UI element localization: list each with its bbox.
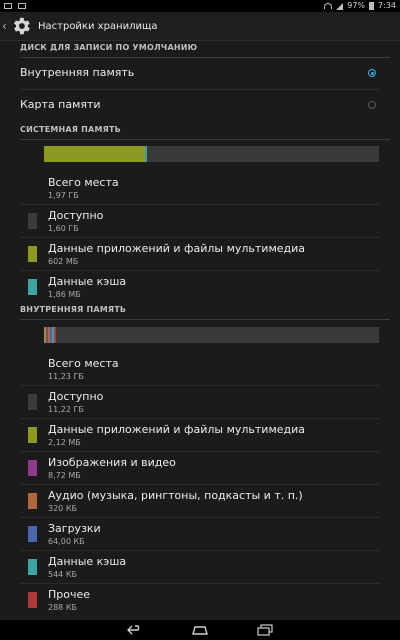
color-swatch: [28, 394, 37, 410]
storage-item-downloads[interactable]: Загрузки 64,00 КБ: [0, 518, 400, 551]
usage-bar-segment: [144, 146, 148, 162]
storage-item-available[interactable]: Доступно 1,60 ГБ: [0, 205, 400, 238]
storage-item-total: Всего места 1,97 ГБ: [0, 172, 400, 205]
section-header-default-disk: ДИСК ДЛЯ ЗАПИСИ ПО УМОЛЧАНИЮ: [20, 43, 390, 58]
notification-image-icon: [18, 3, 26, 9]
storage-item-total: Всего места 11,23 ГБ: [0, 353, 400, 386]
clock: 7:34: [378, 1, 396, 10]
storage-item-value: 64,00 КБ: [48, 537, 85, 546]
storage-item-audio[interactable]: Аудио (музыка, рингтоны, подкасты и т. п…: [0, 485, 400, 518]
storage-item-apps[interactable]: Данные приложений и файлы мультимедиа 2,…: [0, 419, 400, 452]
color-swatch: [28, 213, 37, 229]
up-caret-icon[interactable]: ‹: [2, 19, 10, 33]
storage-item-value: 544 КБ: [48, 570, 77, 579]
storage-item-name: Данные кэша: [48, 275, 127, 288]
notification-icons: [4, 0, 26, 12]
storage-item-name: Всего места: [48, 176, 119, 189]
home-icon[interactable]: [192, 624, 208, 636]
color-swatch: [28, 460, 37, 476]
notification-screen-icon: [4, 3, 12, 9]
internal-memory-usage-bar: [44, 327, 379, 343]
color-swatch: [28, 526, 37, 542]
wifi-icon: [324, 3, 333, 9]
usage-bar-segment: [54, 327, 56, 343]
recents-icon[interactable]: [257, 624, 273, 636]
storage-item-value: 1,60 ГБ: [48, 224, 79, 233]
color-swatch: [28, 427, 37, 443]
storage-item-available[interactable]: Доступно 11,22 ГБ: [0, 386, 400, 419]
system-memory-usage-bar: [44, 146, 379, 162]
storage-item-value: 11,23 ГБ: [48, 372, 84, 381]
section-header-internal-memory: ВНУТРЕННЯЯ ПАМЯТЬ: [20, 305, 390, 320]
color-swatch: [28, 559, 37, 575]
color-swatch: [28, 592, 37, 608]
usage-bar-segment: [44, 146, 145, 162]
settings-gear-icon[interactable]: [10, 15, 32, 37]
radio-button-unselected[interactable]: [368, 101, 376, 109]
color-swatch: [28, 279, 37, 295]
storage-item-name: Данные приложений и файлы мультимедиа: [48, 423, 306, 436]
storage-item-name: Загрузки: [48, 522, 101, 535]
storage-item-name: Данные приложений и файлы мультимедиа: [48, 242, 306, 255]
radio-option-sd-card[interactable]: Карта памяти: [0, 90, 400, 120]
storage-item-name: Изображения и видео: [48, 456, 176, 469]
radio-option-label: Карта памяти: [20, 98, 101, 111]
storage-item-cache[interactable]: Данные кэша 1,86 МБ: [0, 271, 400, 304]
storage-item-misc[interactable]: Прочее 288 КБ: [0, 584, 400, 617]
storage-item-value: 1,86 МБ: [48, 290, 81, 299]
storage-item-value: 8,72 МБ: [48, 471, 81, 480]
storage-item-value: 320 КБ: [48, 504, 77, 513]
storage-item-pictures-video[interactable]: Изображения и видео 8,72 МБ: [0, 452, 400, 485]
storage-item-value: 11,22 ГБ: [48, 405, 84, 414]
action-bar: ‹ Настройки хранилища: [0, 12, 400, 41]
back-icon[interactable]: [127, 624, 143, 636]
storage-item-name: Доступно: [48, 390, 104, 403]
storage-item-value: 2,12 МБ: [48, 438, 81, 447]
color-swatch: [28, 493, 37, 509]
storage-item-name: Аудио (музыка, рингтоны, подкасты и т. п…: [48, 489, 303, 502]
section-header-system-memory: СИСТЕМНАЯ ПАМЯТЬ: [20, 125, 390, 140]
radio-option-label: Внутренняя память: [20, 66, 135, 79]
storage-item-value: 288 КБ: [48, 603, 77, 612]
storage-item-value: 1,97 ГБ: [48, 191, 79, 200]
radio-option-internal[interactable]: Внутренняя память: [0, 58, 400, 88]
page-title: Настройки хранилища: [38, 20, 158, 32]
storage-item-name: Прочее: [48, 588, 91, 601]
radio-button-selected[interactable]: [368, 69, 376, 77]
system-icons: 97% 7:34: [324, 0, 396, 12]
storage-item-name: Всего места: [48, 357, 119, 370]
signal-icon: [336, 2, 344, 10]
storage-item-apps[interactable]: Данные приложений и файлы мультимедиа 60…: [0, 238, 400, 271]
battery-icon: [369, 2, 375, 10]
storage-item-cache[interactable]: Данные кэша 544 КБ: [0, 551, 400, 584]
storage-item-name: Доступно: [48, 209, 104, 222]
storage-settings-list: ДИСК ДЛЯ ЗАПИСИ ПО УМОЛЧАНИЮ Внутренняя …: [0, 41, 400, 620]
navigation-bar: [0, 620, 400, 640]
status-bar: 97% 7:34: [0, 0, 400, 12]
storage-item-value: 602 МБ: [48, 257, 79, 266]
color-swatch: [28, 246, 37, 262]
storage-item-name: Данные кэша: [48, 555, 127, 568]
battery-percent: 97%: [347, 1, 366, 10]
